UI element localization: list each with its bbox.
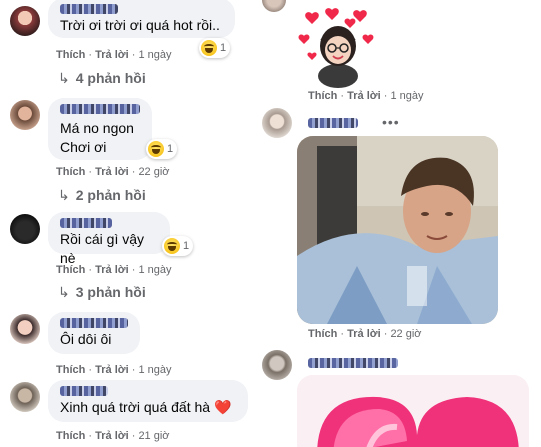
sticker-attachment[interactable] <box>297 375 529 447</box>
like-link[interactable]: Thích <box>56 49 85 61</box>
timestamp[interactable]: 21 giờ <box>138 430 169 442</box>
view-replies-link[interactable]: ↳ 2 phản hồi <box>58 187 146 204</box>
like-link[interactable]: Thích <box>308 90 337 102</box>
reply-link[interactable]: Trả lời <box>95 49 129 61</box>
like-link[interactable]: Thích <box>56 264 85 276</box>
haha-reaction-icon <box>201 40 217 56</box>
comment-bubble: Trời ơi trời ơi quá hot rồi.. <box>48 0 235 38</box>
like-link[interactable]: Thích <box>308 328 337 340</box>
timestamp[interactable]: 1 ngày <box>390 90 423 102</box>
avatar[interactable] <box>10 214 40 244</box>
reaction-badge[interactable]: 1 <box>162 236 194 256</box>
view-replies-link[interactable]: ↳ 4 phản hồi <box>58 70 146 87</box>
comment-text: Má no ngon Chơi ơi <box>60 120 134 155</box>
comment-actions: Thích · Trả lời · 1 ngày <box>56 49 172 61</box>
gif-attachment[interactable] <box>297 136 498 324</box>
comment-bubble: Xinh quá trời quá đất hà ❤️ <box>48 380 248 422</box>
reply-arrow-icon: ↳ <box>58 70 70 86</box>
gif-image <box>297 136 498 324</box>
avatar[interactable] <box>262 350 292 380</box>
avatar[interactable] <box>262 108 292 138</box>
like-link[interactable]: Thích <box>56 166 85 178</box>
comment-thread-right: Thích · Trả lời · 1 ngày ••• Thích · Trả… <box>258 0 541 447</box>
comment-bubble: Rồi cái gì vậy nè <box>48 212 170 266</box>
commenter-name[interactable] <box>308 118 358 128</box>
commenter-name[interactable] <box>60 318 128 328</box>
comment-text: Xinh quá trời quá đất hà ❤️ <box>60 399 232 415</box>
commenter-name[interactable] <box>60 104 140 114</box>
reaction-badge[interactable]: 1 <box>146 139 178 159</box>
commenter-name[interactable] <box>60 218 112 228</box>
comment-thread-left: Trời ơi trời ơi quá hot rồi.. 1 Thích · … <box>0 0 262 447</box>
comment-actions: Thích · Trả lời · 1 ngày <box>56 364 172 376</box>
avatar[interactable] <box>10 100 40 130</box>
like-link[interactable]: Thích <box>56 430 85 442</box>
comment-text: Ôi dôi ôi <box>60 331 112 347</box>
reaction-count: 1 <box>183 240 190 252</box>
timestamp[interactable]: 1 ngày <box>138 364 171 376</box>
reply-link[interactable]: Trả lời <box>95 430 129 442</box>
reply-link[interactable]: Trả lời <box>95 166 129 178</box>
reaction-count: 1 <box>167 143 174 155</box>
comment-bubble: Ôi dôi ôi <box>48 312 140 354</box>
avatar[interactable] <box>262 0 286 12</box>
comment-actions: Thích · Trả lời · 21 giờ <box>56 430 170 442</box>
comment-actions: Thích · Trả lời · 22 giờ <box>308 328 422 340</box>
view-replies-link[interactable]: ↳ 3 phản hồi <box>58 284 146 301</box>
comment-actions: Thích · Trả lời · 22 giờ <box>56 166 170 178</box>
timestamp[interactable]: 1 ngày <box>138 264 171 276</box>
commenter-name[interactable] <box>60 386 108 396</box>
timestamp[interactable]: 22 giờ <box>390 328 421 340</box>
reply-link[interactable]: Trả lời <box>95 364 129 376</box>
timestamp[interactable]: 1 ngày <box>138 49 171 61</box>
reaction-badge[interactable]: 1 <box>199 38 231 58</box>
haha-reaction-icon <box>148 141 164 157</box>
reply-link[interactable]: Trả lời <box>347 90 381 102</box>
avatar[interactable] <box>10 382 40 412</box>
commenter-name[interactable] <box>308 358 398 368</box>
timestamp[interactable]: 22 giờ <box>138 166 169 178</box>
comment-bubble: Má no ngon Chơi ơi <box>48 98 152 160</box>
heart-girl-sticker[interactable] <box>298 6 378 88</box>
heart-sticker-image <box>297 375 529 447</box>
reply-arrow-icon: ↳ <box>58 284 70 300</box>
more-options-icon[interactable]: ••• <box>382 114 400 130</box>
reply-link[interactable]: Trả lời <box>347 328 381 340</box>
reply-link[interactable]: Trả lời <box>95 264 129 276</box>
reaction-count: 1 <box>220 42 227 54</box>
comment-actions: Thích · Trả lời · 1 ngày <box>308 90 424 102</box>
comment-text: Trời ơi trời ơi quá hot rồi.. <box>60 17 220 33</box>
commenter-name[interactable] <box>60 4 118 14</box>
comment-actions: Thích · Trả lời · 1 ngày <box>56 264 172 276</box>
like-link[interactable]: Thích <box>56 364 85 376</box>
reply-arrow-icon: ↳ <box>58 187 70 203</box>
avatar[interactable] <box>10 314 40 344</box>
comment-text: Rồi cái gì vậy nè <box>60 231 145 266</box>
avatar[interactable] <box>10 6 40 36</box>
sticker-image <box>298 8 374 88</box>
haha-reaction-icon <box>164 238 180 254</box>
